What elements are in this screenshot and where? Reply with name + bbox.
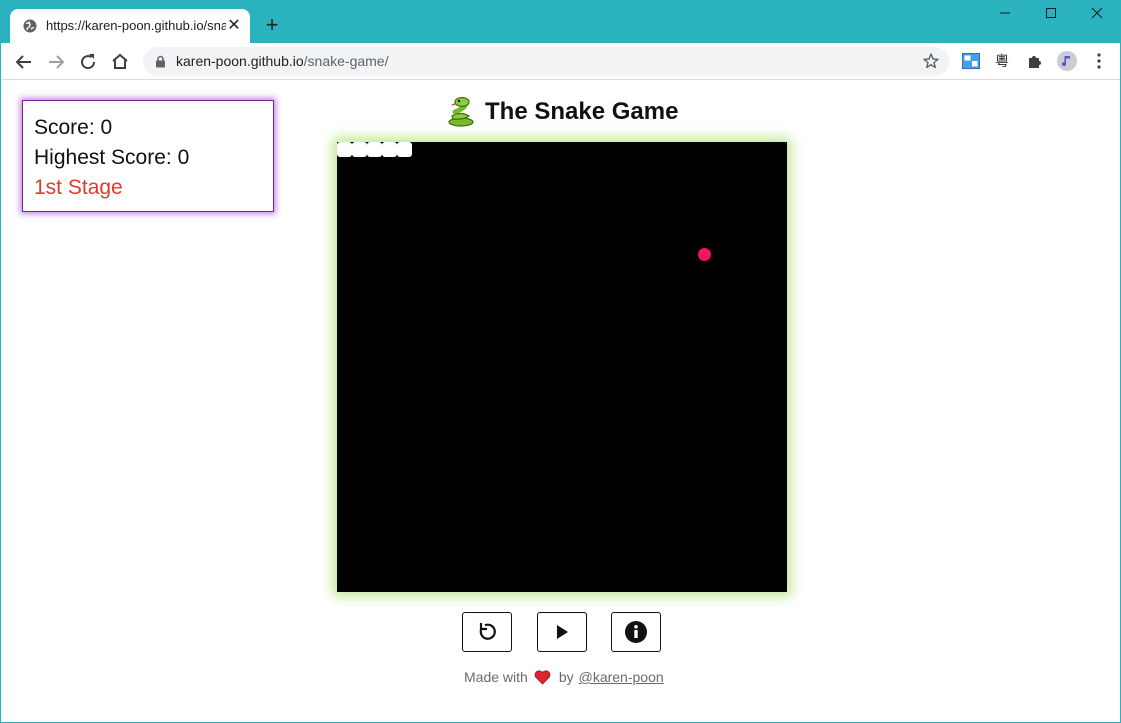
restart-icon	[479, 623, 496, 640]
snake-segment	[352, 142, 367, 157]
author-link[interactable]: @karen-poon	[579, 669, 664, 685]
maximize-icon	[1046, 8, 1056, 18]
profile-avatar-icon[interactable]	[1057, 51, 1077, 71]
tab-title: https://karen-poon.github.io/snake-game/	[46, 18, 226, 33]
play-button[interactable]	[537, 612, 587, 652]
extension-cantonese-icon[interactable]: 粵	[992, 51, 1012, 71]
url-path: /snake-game/	[303, 53, 389, 69]
close-icon[interactable]: ✕	[225, 17, 243, 35]
close-icon	[1091, 7, 1103, 19]
heart-icon	[534, 669, 551, 685]
footer-made-with: Made with	[464, 669, 528, 685]
new-tab-button[interactable]: +	[261, 14, 283, 36]
game-title: The Snake Game	[447, 97, 678, 127]
info-button[interactable]	[611, 612, 661, 652]
bookmark-star-icon[interactable]	[922, 52, 940, 70]
scoreboard: Score: 0 Highest Score: 0 1st Stage	[22, 100, 274, 212]
score-text: Score: 0	[34, 116, 113, 139]
reload-icon[interactable]	[76, 50, 100, 74]
lock-icon	[156, 55, 165, 68]
highest-score-text: Highest Score: 0	[34, 146, 190, 169]
browser-window: https://karen-poon.github.io/snake-game/…	[0, 0, 1121, 723]
play-icon	[557, 625, 568, 639]
url-host: karen-poon.github.io	[176, 53, 304, 69]
back-arrow-icon[interactable]	[12, 50, 36, 74]
page-content: Score: 0 Highest Score: 0 1st Stage The …	[1, 81, 1120, 722]
footer: Made with by @karen-poon	[464, 669, 664, 685]
food-dot	[698, 248, 711, 261]
url-text: karen-poon.github.io/snake-game/	[176, 53, 388, 69]
tab-strip: https://karen-poon.github.io/snake-game/…	[1, 0, 1120, 43]
footer-by: by	[558, 669, 574, 685]
stage-text: 1st Stage	[34, 176, 123, 199]
address-bar[interactable]: karen-poon.github.io/snake-game/	[143, 47, 949, 76]
minimize-button[interactable]	[994, 4, 1016, 26]
window-close-button[interactable]	[1086, 4, 1108, 26]
puzzle-extensions-icon[interactable]	[1025, 51, 1045, 71]
home-icon[interactable]	[108, 50, 132, 74]
restart-button[interactable]	[462, 612, 512, 652]
snake-segment	[337, 142, 352, 157]
snake-icon	[448, 97, 474, 127]
forward-arrow-icon[interactable]	[44, 50, 68, 74]
browser-toolbar: karen-poon.github.io/snake-game/ 粵	[1, 43, 1120, 80]
extension-image-icon[interactable]	[961, 51, 981, 71]
info-icon	[625, 621, 647, 643]
minimize-icon	[1000, 12, 1010, 14]
globe-icon	[23, 19, 37, 33]
snake-segment	[367, 142, 382, 157]
game-title-text: The Snake Game	[485, 98, 679, 125]
snake-segment	[382, 142, 397, 157]
maximize-button[interactable]	[1040, 4, 1062, 26]
game-board[interactable]	[337, 142, 787, 592]
snake-head	[397, 142, 412, 157]
browser-tab[interactable]: https://karen-poon.github.io/snake-game/…	[10, 9, 250, 43]
menu-dots-icon[interactable]	[1089, 51, 1109, 71]
svg-text:粵: 粵	[995, 54, 1009, 70]
